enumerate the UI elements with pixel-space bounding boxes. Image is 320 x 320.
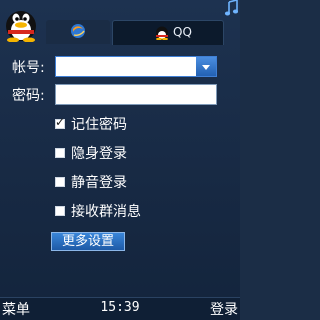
bottom-softkey-bar: 菜单 15:39 登录: [0, 297, 240, 320]
account-label: 帐号:: [12, 60, 45, 76]
music-note-icon: [224, 0, 238, 16]
more-settings-button[interactable]: 更多设置: [51, 232, 125, 251]
tab-browser[interactable]: [46, 20, 110, 44]
login-softkey[interactable]: 登录: [210, 299, 238, 319]
silent-login-label: 静音登录: [71, 175, 127, 191]
qq-penguin-avatar-icon: [6, 11, 36, 42]
clock: 15:39: [100, 300, 140, 315]
password-field[interactable]: [55, 84, 217, 105]
remember-password-label: 记住密码: [71, 117, 127, 133]
qq-logo-icon: [156, 26, 168, 40]
tab-qq-label: QQ: [173, 25, 192, 39]
silent-login-checkbox[interactable]: [55, 177, 65, 187]
checkmark-icon: ✓: [55, 115, 66, 129]
tab-qq[interactable]: QQ: [112, 20, 224, 45]
login-screen: QQ 帐号: 密码: ✓ 记住密码 隐身登录 静音登录 接收群消息 更多设置 菜…: [0, 0, 240, 320]
account-field[interactable]: [55, 56, 217, 77]
dropdown-arrow-icon: [202, 65, 210, 70]
receive-group-messages-checkbox[interactable]: [55, 206, 65, 216]
top-bar: QQ: [0, 0, 240, 46]
account-dropdown-button[interactable]: [196, 57, 216, 76]
invisible-login-checkbox[interactable]: [55, 148, 65, 158]
receive-group-messages-label: 接收群消息: [71, 204, 141, 220]
browser-globe-icon: [71, 24, 85, 38]
remember-password-checkbox[interactable]: ✓: [55, 115, 65, 129]
password-label: 密码:: [12, 88, 45, 104]
invisible-login-label: 隐身登录: [71, 146, 127, 162]
